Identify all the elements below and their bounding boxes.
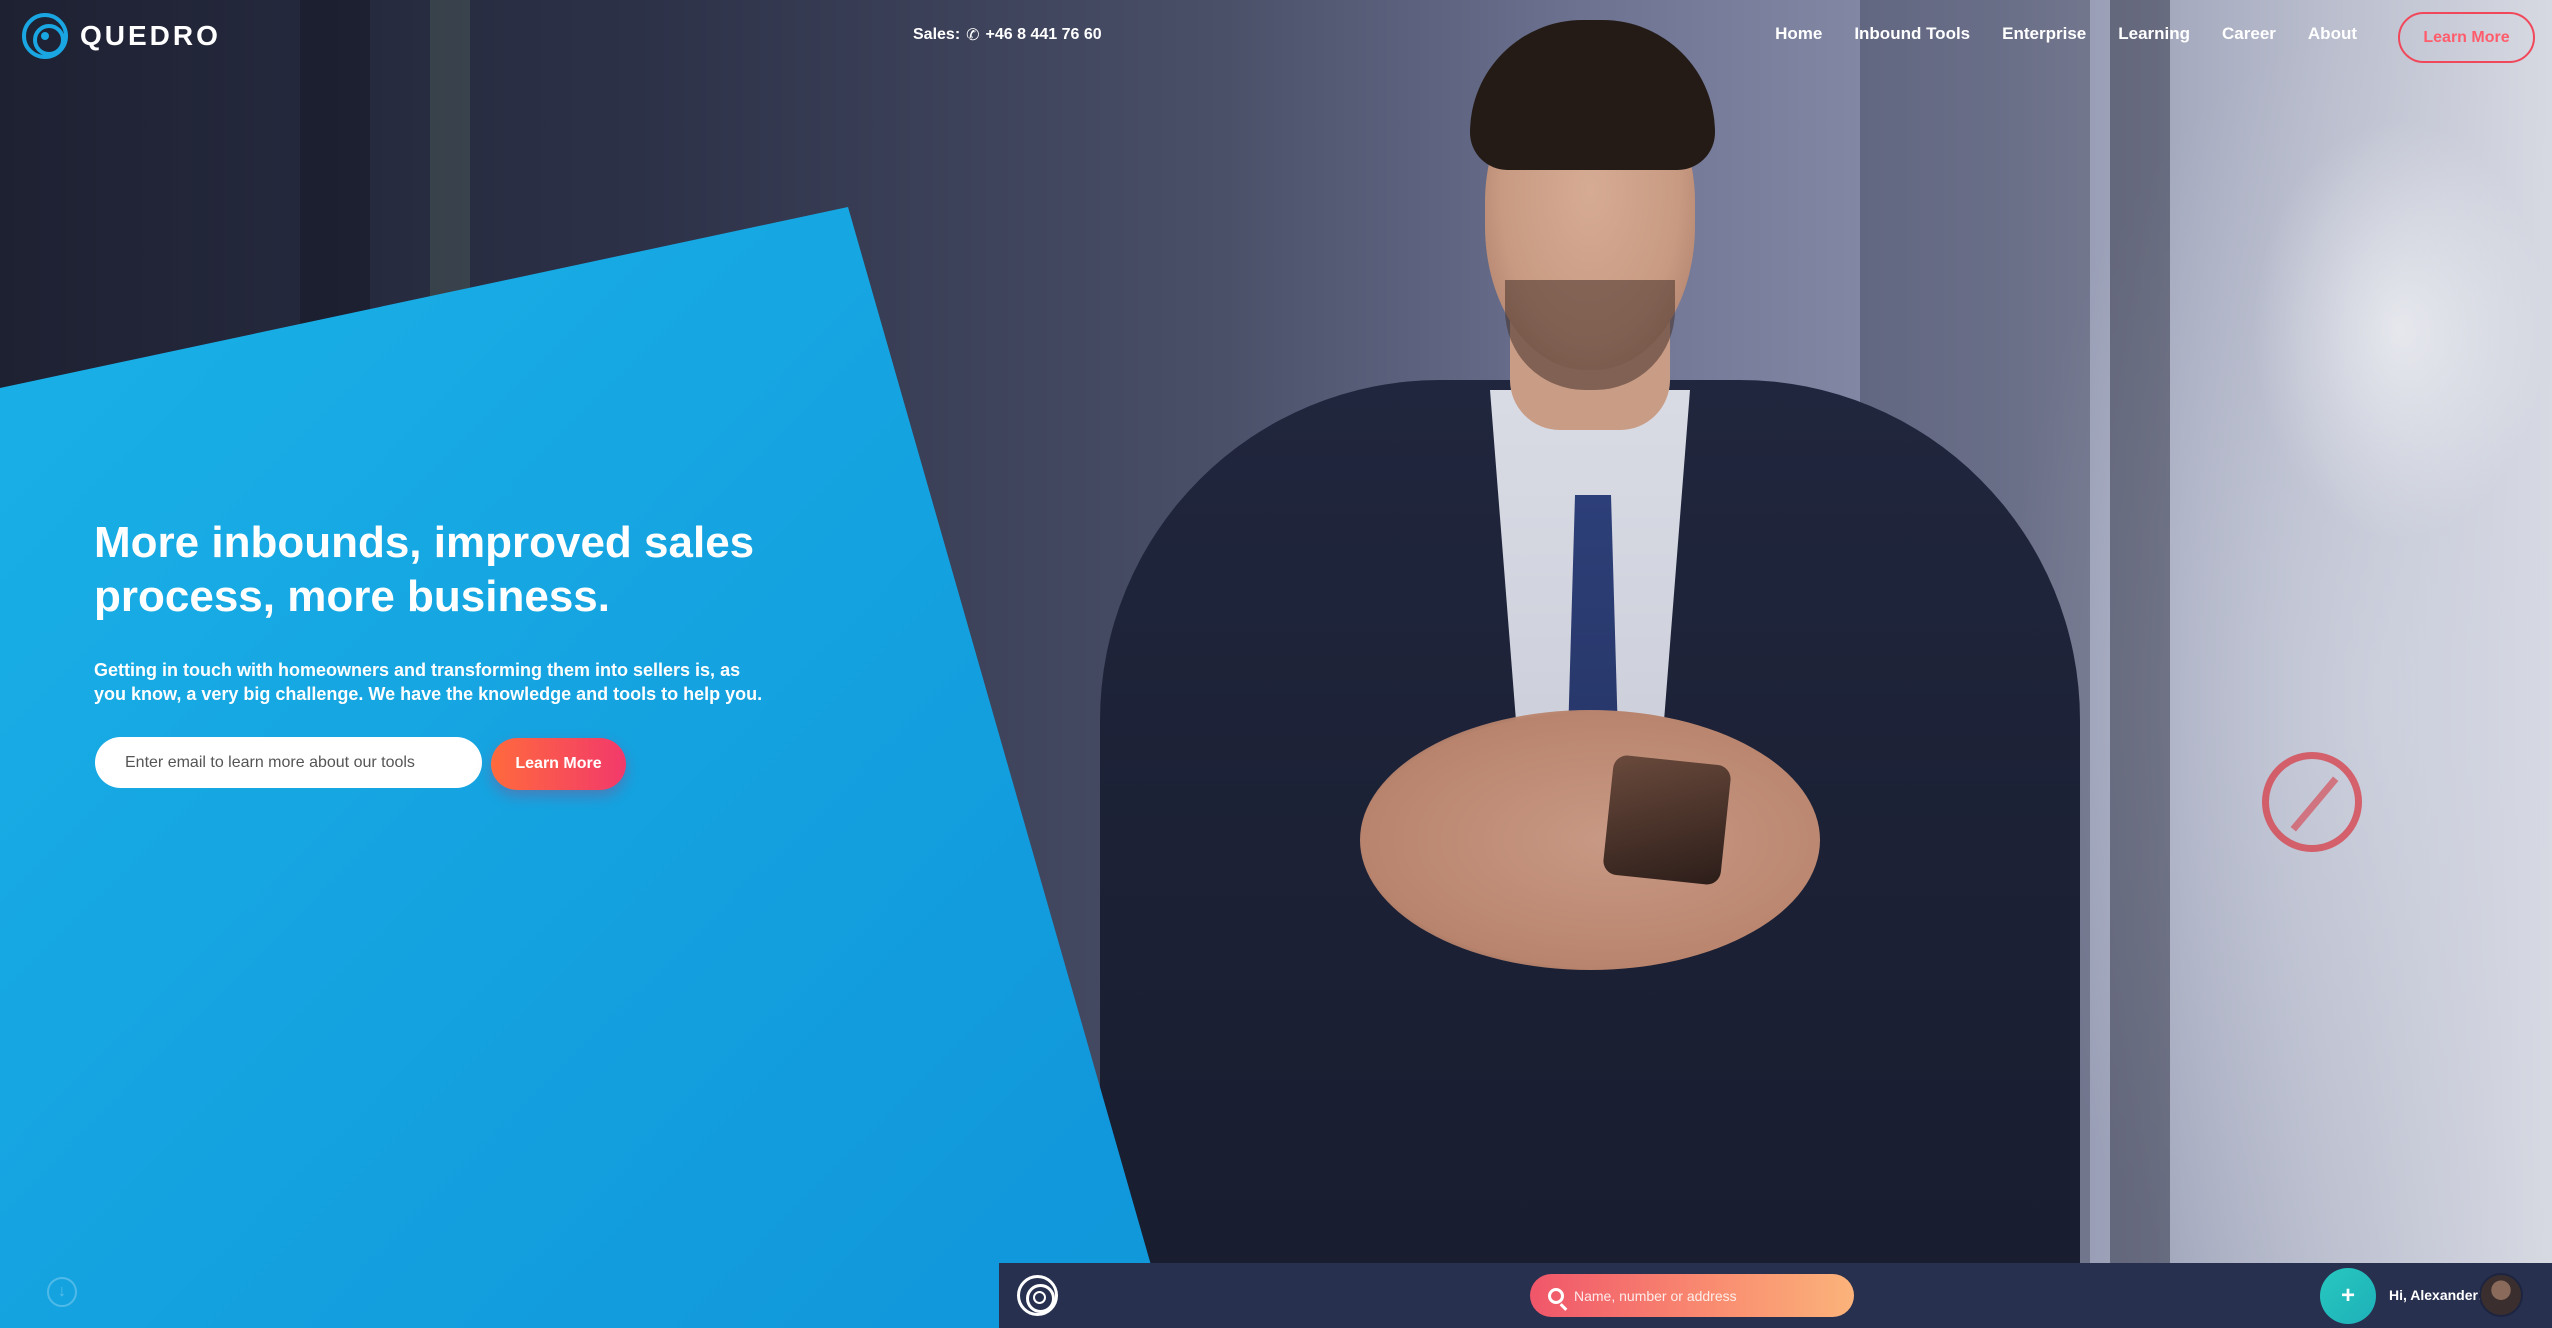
smartphone — [1602, 754, 1732, 886]
quedro-logo-icon — [22, 13, 68, 59]
user-greeting: Hi, Alexander! — [2389, 1287, 2483, 1303]
email-input[interactable] — [95, 737, 482, 788]
hands — [1360, 710, 1820, 970]
nav-learning[interactable]: Learning — [2118, 24, 2190, 44]
user-avatar[interactable] — [2479, 1273, 2523, 1317]
plus-icon: + — [2340, 1282, 2355, 1309]
app-bottom-bar: + Hi, Alexander! — [999, 1263, 2552, 1328]
businessman-figure — [1060, 0, 2120, 1328]
hero-title: More inbounds, improved sales process, m… — [94, 518, 755, 621]
nav-career[interactable]: Career — [2222, 24, 2276, 44]
top-navigation: QUEDRO Sales: ✆ +46 8 441 76 60 Home Inb… — [0, 0, 2552, 72]
nav-inbound-tools[interactable]: Inbound Tools — [1854, 24, 1970, 44]
sales-phone-number[interactable]: +46 8 441 76 60 — [986, 26, 1102, 44]
app-search-bar[interactable] — [1530, 1274, 1854, 1317]
no-entry-sign — [2262, 752, 2362, 852]
main-nav: Home Inbound Tools Enterprise Learning C… — [1775, 24, 2357, 44]
logo-text: QUEDRO — [80, 20, 221, 51]
nav-home[interactable]: Home — [1775, 24, 1822, 44]
nav-enterprise[interactable]: Enterprise — [2002, 24, 2086, 44]
app-search-input[interactable] — [1574, 1287, 1824, 1304]
scroll-down-icon[interactable]: ↓ — [47, 1277, 77, 1307]
nav-learn-more-button[interactable]: Learn More — [2398, 12, 2535, 63]
add-button[interactable]: + — [2320, 1268, 2376, 1324]
nav-about[interactable]: About — [2308, 24, 2357, 44]
hero-learn-more-button[interactable]: Learn More — [491, 738, 626, 790]
phone-icon: ✆ — [966, 27, 980, 44]
logo[interactable]: QUEDRO — [22, 13, 221, 59]
app-logo-icon[interactable] — [1017, 1275, 1058, 1316]
sales-label: Sales: — [913, 26, 961, 43]
search-icon — [1548, 1287, 1564, 1304]
hero-subtitle: Getting in touch with homeowners and tra… — [94, 660, 763, 704]
sales-contact: Sales: ✆ +46 8 441 76 60 — [913, 25, 1102, 45]
